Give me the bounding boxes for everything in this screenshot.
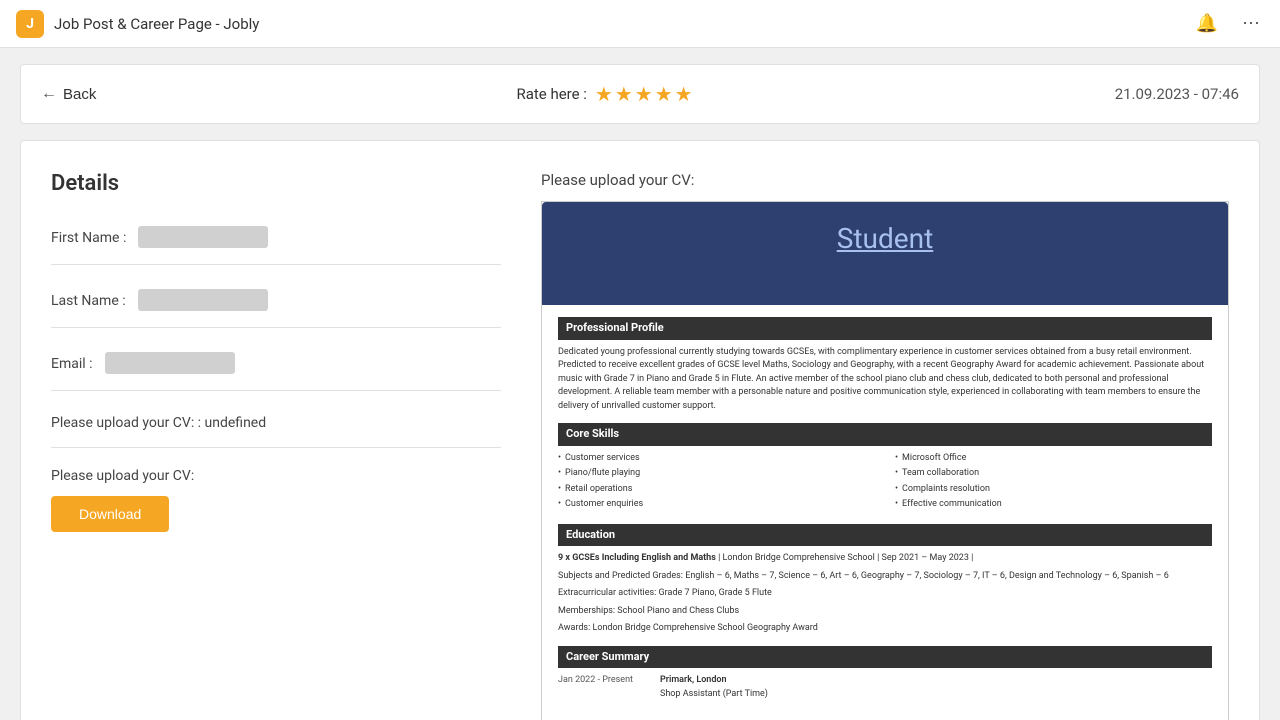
back-button[interactable]: ← Back [41, 85, 96, 103]
cv-education-title: Education [558, 524, 1212, 547]
cv-skill-item: Retail operations [558, 483, 875, 497]
title-bar-left: J Job Post & Career Page - Jobly [16, 10, 259, 38]
title-bar-right: 🔔 ⋯ [1192, 9, 1264, 38]
last-name-input[interactable] [138, 289, 268, 311]
last-name-field: Last Name : [51, 289, 501, 328]
notification-button[interactable]: 🔔 [1192, 9, 1222, 38]
cv-core-skills-title: Core Skills [558, 423, 1212, 446]
cv-skills-left: Customer services Piano/flute playing Re… [558, 452, 875, 514]
cv-skill-item: Customer enquiries [558, 498, 875, 512]
cv-body: Professional Profile Dedicated young pro… [542, 305, 1228, 720]
cv-upload-label: Please upload your CV: [51, 468, 501, 484]
back-label: Back [63, 86, 96, 103]
cv-education-extra1: Extracurricular activities: Grade 7 Pian… [558, 587, 1212, 601]
cv-upload-section: Please upload your CV: Download [51, 468, 501, 532]
cv-career-summary-title: Career Summary [558, 646, 1212, 669]
more-options-button[interactable]: ⋯ [1238, 9, 1264, 38]
cv-career-role: Shop Assistant (Part Time) [660, 688, 768, 702]
cv-skill-item: Complaints resolution [895, 483, 1212, 497]
cv-upload-title: Please upload your CV: [541, 171, 1229, 189]
first-name-field: First Name : [51, 226, 501, 265]
datetime: 21.09.2023 - 07:46 [1115, 85, 1239, 103]
first-name-input[interactable] [138, 226, 268, 248]
rate-label: Rate here : [516, 85, 586, 103]
cv-status-text: Please upload your CV: : undefined [51, 415, 266, 431]
top-nav: ← Back Rate here : ★★★★★ 21.09.2023 - 07… [20, 64, 1260, 124]
cv-document: Student Professional Profile Dedicated y… [541, 201, 1229, 720]
cv-career-company: Primark, London [660, 674, 768, 688]
cv-skills-columns: Customer services Piano/flute playing Re… [558, 452, 1212, 514]
last-name-label: Last Name : [51, 293, 126, 309]
cv-skills-right: Microsoft Office Team collaboration Comp… [895, 452, 1212, 514]
download-button[interactable]: Download [51, 496, 169, 532]
first-name-label: First Name : [51, 230, 126, 246]
cv-education-grades: Subjects and Predicted Grades: English –… [558, 570, 1212, 584]
cv-career-summary-section: Career Summary Jan 2022 - Present Primar… [558, 646, 1212, 702]
cv-status: Please upload your CV: : undefined [51, 415, 501, 448]
title-bar: J Job Post & Career Page - Jobly 🔔 ⋯ [0, 0, 1280, 48]
email-label: Email : [51, 356, 93, 372]
rating-stars[interactable]: ★★★★★ [595, 82, 695, 106]
cv-skill-item: Microsoft Office [895, 452, 1212, 466]
content-card: Details First Name : Last Name : Email :… [20, 140, 1260, 720]
cv-education-memberships: Memberships: School Piano and Chess Club… [558, 605, 1212, 619]
cv-student-name: Student [837, 222, 933, 255]
back-arrow-icon: ← [41, 85, 57, 103]
cv-career-date: Jan 2022 - Present [558, 674, 648, 701]
cv-career-detail: Primark, London Shop Assistant (Part Tim… [660, 674, 768, 701]
app-icon: J [16, 10, 44, 38]
cv-degree-bold: 9 x GCSEs Including English and Maths [558, 553, 716, 563]
email-field: Email : [51, 352, 501, 391]
cv-professional-profile-section: Professional Profile Dedicated young pro… [558, 317, 1212, 413]
cv-skill-item: Team collaboration [895, 467, 1212, 481]
details-title: Details [51, 171, 501, 196]
rate-section: Rate here : ★★★★★ [516, 82, 694, 106]
cv-career-item: Jan 2022 - Present Primark, London Shop … [558, 674, 1212, 701]
cv-education-section: Education 9 x GCSEs Including English an… [558, 524, 1212, 636]
cv-professional-profile-text: Dedicated young professional currently s… [558, 346, 1212, 414]
cv-skill-item: Effective communication [895, 498, 1212, 512]
app-title: Job Post & Career Page - Jobly [54, 15, 259, 33]
cv-education-awards: Awards: London Bridge Comprehensive Scho… [558, 622, 1212, 636]
main-area: ← Back Rate here : ★★★★★ 21.09.2023 - 07… [0, 48, 1280, 720]
left-panel: Details First Name : Last Name : Email :… [51, 171, 501, 720]
cv-header: Student [542, 202, 1228, 305]
cv-degree-rest: | London Bridge Comprehensive School | S… [718, 553, 973, 563]
right-panel: Please upload your CV: Student Professio… [541, 171, 1229, 720]
cv-education-degree: 9 x GCSEs Including English and Maths | … [558, 552, 1212, 566]
cv-core-skills-section: Core Skills Customer services Piano/flut… [558, 423, 1212, 514]
cv-professional-profile-title: Professional Profile [558, 317, 1212, 340]
email-input[interactable] [105, 352, 235, 374]
cv-skill-item: Customer services [558, 452, 875, 466]
cv-skill-item: Piano/flute playing [558, 467, 875, 481]
